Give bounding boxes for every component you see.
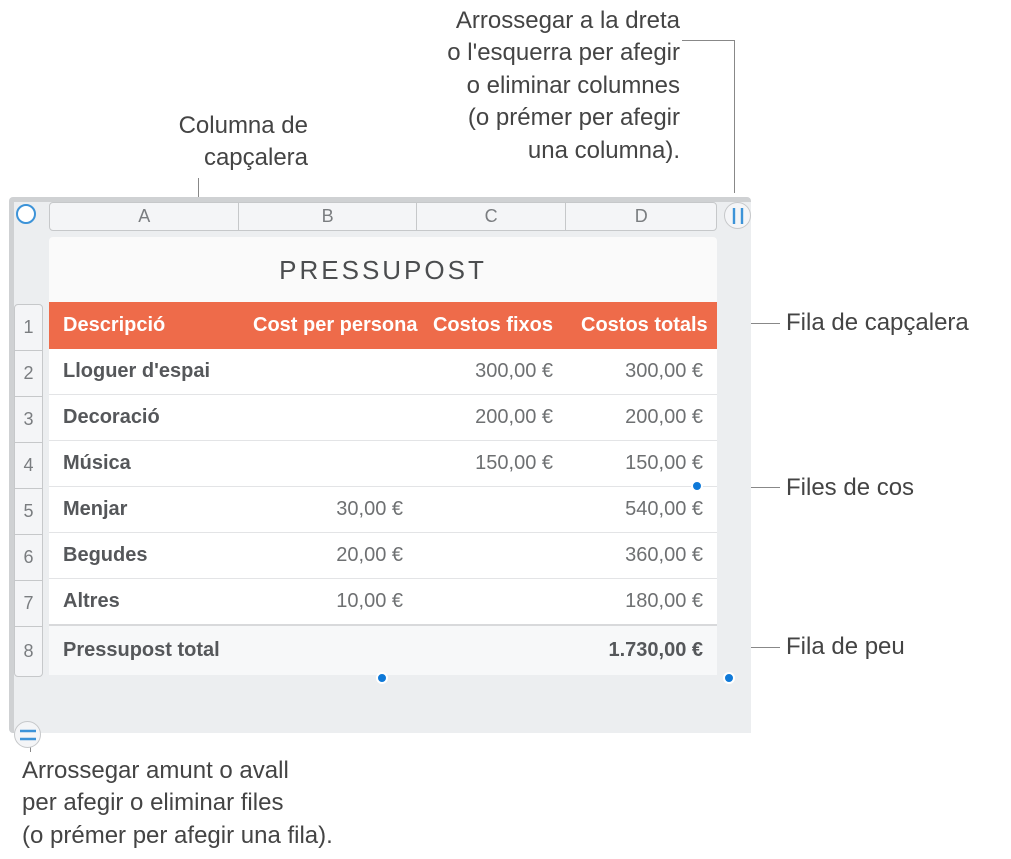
spreadsheet-frame: ABCD 12345678 PRESSUPOST DescripcióCost … [9, 197, 751, 733]
footer-cell[interactable]: 1.730,00 € [567, 625, 717, 675]
table-row: Decoració 200,00 €200,00 € [49, 395, 717, 441]
row-header[interactable]: 2 [15, 351, 42, 397]
drag-rows-icon [20, 729, 36, 741]
data-cell[interactable] [417, 533, 567, 579]
data-cell[interactable]: 360,00 € [567, 533, 717, 579]
data-cell[interactable]: Menjar [49, 487, 239, 533]
column-header[interactable]: A [50, 203, 239, 230]
table-row: Altres10,00 € 180,00 € [49, 579, 717, 626]
budget-table: PRESSUPOST DescripcióCost per personaCos… [49, 237, 717, 675]
row-header[interactable]: 1 [15, 305, 42, 351]
column-heading-cell[interactable]: Costos totals [567, 302, 717, 349]
data-cell[interactable]: Begudes [49, 533, 239, 579]
column-header[interactable]: C [417, 203, 567, 230]
data-cell[interactable] [239, 349, 417, 395]
table-footer-row: Pressupost total 1.730,00 € [49, 625, 717, 675]
data-cell[interactable]: 200,00 € [417, 395, 567, 441]
callout-header-column: Columna de capçalera [88, 110, 308, 175]
callout-body-rows: Files de cos [786, 472, 914, 504]
row-header[interactable]: 3 [15, 397, 42, 443]
data-cell[interactable]: 30,00 € [239, 487, 417, 533]
table-row: Menjar30,00 € 540,00 € [49, 487, 717, 533]
data-cell[interactable] [239, 441, 417, 487]
select-all-handle[interactable] [16, 204, 36, 224]
data-cell[interactable]: 10,00 € [239, 579, 417, 626]
row-header[interactable]: 5 [15, 489, 42, 535]
table-row: Begudes20,00 € 360,00 € [49, 533, 717, 579]
data-cell[interactable]: 300,00 € [567, 349, 717, 395]
table-row: Música150,00 €150,00 € [49, 441, 717, 487]
data-cell[interactable] [417, 487, 567, 533]
data-cell[interactable] [239, 395, 417, 441]
callout-header-row: Fila de capçalera [786, 307, 969, 339]
row-header[interactable]: 4 [15, 443, 42, 489]
data-cell[interactable]: 150,00 € [417, 441, 567, 487]
column-header[interactable]: B [239, 203, 416, 230]
row-header-bar: 12345678 [14, 304, 43, 677]
table-title: PRESSUPOST [49, 237, 717, 302]
column-heading-cell[interactable]: Descripció [49, 302, 239, 349]
data-cell[interactable]: Decoració [49, 395, 239, 441]
data-cell[interactable]: Música [49, 441, 239, 487]
footer-cell[interactable] [417, 625, 567, 675]
selection-handle[interactable] [376, 672, 388, 684]
data-cell[interactable]: 200,00 € [567, 395, 717, 441]
callout-add-column: Arrossegar a la dreta o l'esquerra per a… [400, 5, 680, 167]
data-cell[interactable] [417, 579, 567, 626]
column-header[interactable]: D [566, 203, 716, 230]
leader-line [682, 40, 734, 41]
add-row-handle[interactable] [14, 721, 41, 748]
selection-handle[interactable] [691, 480, 703, 492]
callout-footer-row: Fila de peu [786, 631, 905, 663]
add-column-handle[interactable] [724, 202, 751, 229]
drag-columns-icon [732, 208, 744, 224]
leader-line [734, 40, 735, 193]
callout-add-row: Arrossegar amunt o avall per afegir o el… [22, 755, 422, 852]
row-header[interactable]: 8 [15, 627, 42, 676]
table-grid[interactable]: DescripcióCost per personaCostos fixosCo… [49, 302, 717, 675]
table-row: Lloguer d'espai 300,00 €300,00 € [49, 349, 717, 395]
footer-cell[interactable] [239, 625, 417, 675]
row-header[interactable]: 7 [15, 581, 42, 627]
data-cell[interactable]: 540,00 € [567, 487, 717, 533]
data-cell[interactable]: Lloguer d'espai [49, 349, 239, 395]
column-heading-cell[interactable]: Cost per persona [239, 302, 417, 349]
selection-handle[interactable] [723, 672, 735, 684]
footer-cell[interactable]: Pressupost total [49, 625, 239, 675]
column-heading-cell[interactable]: Costos fixos [417, 302, 567, 349]
data-cell[interactable]: 180,00 € [567, 579, 717, 626]
column-header-bar: ABCD [49, 202, 717, 231]
data-cell[interactable]: 300,00 € [417, 349, 567, 395]
row-header[interactable]: 6 [15, 535, 42, 581]
table-header-row: DescripcióCost per personaCostos fixosCo… [49, 302, 717, 349]
data-cell[interactable]: Altres [49, 579, 239, 626]
data-cell[interactable]: 20,00 € [239, 533, 417, 579]
